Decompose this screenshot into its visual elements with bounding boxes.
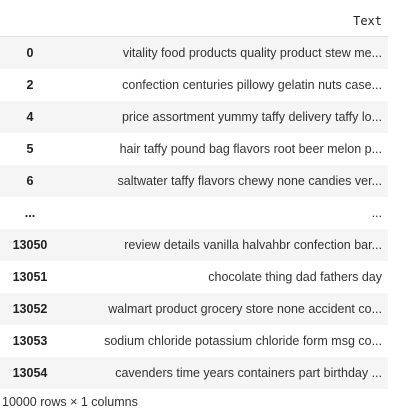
- row-text: price assortment yummy taffy delivery ta…: [121, 109, 382, 124]
- table-row: 2 confection centuries pillowy gelatin n…: [0, 69, 388, 101]
- row-text: hair taffy pound bag flavors root beer m…: [119, 141, 382, 156]
- table-row: 13054 cavenders time years containers pa…: [0, 356, 388, 389]
- table-row: 13052 walmart product grocery store none…: [0, 292, 388, 325]
- table-row: 13053 sodium chloride potassium chloride…: [0, 325, 388, 357]
- row-text: review details vanilla halvahbr confecti…: [124, 237, 382, 252]
- row-index: 13050: [12, 237, 48, 252]
- row-index: 13052: [12, 301, 48, 316]
- row-text: ...: [371, 205, 382, 220]
- table-row: 13051 chocolate thing dad fathers day: [0, 261, 388, 293]
- table-row: 6 saltwater taffy flavors chewy none can…: [0, 164, 388, 197]
- header-row: Text: [0, 6, 388, 37]
- table-row: 4 price assortment yummy taffy delivery …: [0, 100, 388, 133]
- row-text: cavenders time years containers part bir…: [115, 365, 382, 380]
- row-index: 0: [26, 45, 34, 60]
- row-index: 4: [26, 109, 34, 124]
- row-index: ...: [24, 205, 36, 220]
- row-text: vitality food products quality product s…: [122, 45, 382, 60]
- row-text: sodium chloride potassium chloride form …: [104, 333, 382, 348]
- row-index: 13054: [12, 365, 48, 380]
- table-row: 13050 review details vanilla halvahbr co…: [0, 228, 388, 261]
- row-text: chocolate thing dad fathers day: [208, 269, 382, 284]
- index-header: [0, 6, 60, 37]
- row-index: 13051: [12, 269, 48, 284]
- row-index: 5: [26, 141, 34, 156]
- table-row: 5 hair taffy pound bag flavors root beer…: [0, 133, 388, 165]
- row-text: walmart product grocery store none accid…: [108, 301, 382, 316]
- table-row: 0 vitality food products quality product…: [0, 36, 388, 69]
- ellipsis-row: ... ...: [0, 197, 388, 229]
- dataframe-table: Text 0 vitality food products quality pr…: [0, 6, 388, 389]
- row-index: 2: [26, 77, 34, 92]
- row-index: 13053: [12, 333, 48, 348]
- row-index: 6: [26, 173, 34, 188]
- row-text: saltwater taffy flavors chewy none candi…: [117, 173, 382, 188]
- dataframe-output: Text 0 vitality food products quality pr…: [0, 6, 404, 409]
- row-text: confection centuries pillowy gelatin nut…: [122, 77, 382, 92]
- column-header-text: Text: [60, 6, 388, 37]
- dataframe-shape-footer: 10000 rows × 1 columns: [2, 394, 138, 409]
